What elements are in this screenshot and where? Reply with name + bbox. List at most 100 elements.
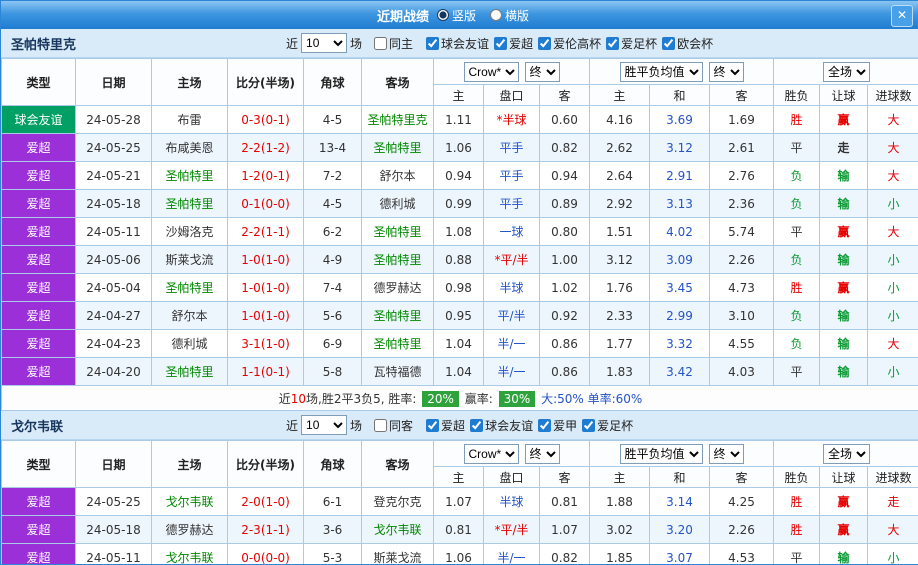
odds-final-select[interactable]: 终 [525,62,560,82]
match-row: 球会友谊24-05-28布雷0-3(0-1)4-5圣帕特里克1.11*半球0.6… [2,106,918,134]
europe-home: 1.88 [590,488,650,516]
home-team: 圣帕特里 [152,358,228,386]
away-team: 圣帕特里 [362,302,434,330]
europe-draw: 3.45 [650,274,710,302]
match-date: 24-04-27 [76,302,152,330]
away-team: 瓦特福德 [362,358,434,386]
handicap-line: 半球 [484,488,540,516]
europe-away: 1.69 [710,106,774,134]
odds-away: 0.82 [540,544,590,565]
league-badge: 爱超 [2,218,76,246]
europe-final-select[interactable]: 终 [709,62,744,82]
vertical-radio[interactable] [437,9,449,21]
competition-checkbox[interactable] [662,37,675,50]
europe-draw: 3.69 [650,106,710,134]
match-row: 爱超24-05-25布咸美恩2-2(1-2)13-4圣帕特里1.06平手0.82… [2,134,918,162]
odds-home: 0.88 [434,246,484,274]
horizontal-layout-option[interactable]: 横版 [490,7,529,24]
competition-checkbox[interactable] [582,419,595,432]
odds-final-select[interactable]: 终 [525,444,560,464]
corner-count: 4-5 [304,106,362,134]
europe-away: 2.76 [710,162,774,190]
horizontal-label: 横版 [505,7,529,24]
goals-result: 大 [868,218,918,246]
score: 0-1(0-0) [228,190,304,218]
match-result: 胜 [774,488,820,516]
europe-avg-select[interactable]: 胜平负均值 [620,444,703,464]
competition-filter-1[interactable]: 球会友谊 [470,417,533,434]
europe-draw: 2.91 [650,162,710,190]
odds-company-select[interactable]: Crow* [464,444,519,464]
column-subheader: 盘口 [484,85,540,106]
close-icon[interactable]: ✕ [891,5,913,27]
recent-count-select[interactable]: 10 [301,415,347,435]
column-header: 角球 [304,441,362,488]
away-team: 戈尔韦联 [362,516,434,544]
competition-filter-2[interactable]: 爱伦高杯 [538,35,601,52]
goals-result: 小 [868,544,918,565]
column-subheader: 进球数 [868,467,918,488]
europe-home: 1.83 [590,358,650,386]
competition-filter-1[interactable]: 爱超 [494,35,533,52]
vertical-layout-option[interactable]: 竖版 [437,7,476,24]
same-side-checkbox[interactable] [374,37,387,50]
odds-away: 0.94 [540,162,590,190]
league-badge: 爱超 [2,134,76,162]
competition-label: 爱足杯 [621,35,657,52]
odds-away: 0.82 [540,134,590,162]
europe-away: 4.25 [710,488,774,516]
competition-filter-4[interactable]: 欧会杯 [662,35,713,52]
odds-home: 1.08 [434,218,484,246]
fulltime-select[interactable]: 全场 [823,62,870,82]
odds-company-select[interactable]: Crow* [464,62,519,82]
match-date: 24-05-28 [76,106,152,134]
match-result: 负 [774,330,820,358]
summary-row: 近10场,胜2平3负5, 胜率: 20% 赢率: 30% 大:50% 单率:60… [2,386,918,411]
same-side-filter[interactable]: 同主 [374,35,413,52]
team-name: 戈尔韦联 [1,416,286,435]
match-row: 爱超24-05-25戈尔韦联2-0(1-0)6-1登克尔克1.07半球0.811… [2,488,918,516]
corner-count: 7-2 [304,162,362,190]
same-side-checkbox[interactable] [374,419,387,432]
competition-checkbox[interactable] [426,37,439,50]
europe-final-select[interactable]: 终 [709,444,744,464]
handicap-line: 平/半 [484,302,540,330]
handicap-line: 半/一 [484,358,540,386]
fulltime-select[interactable]: 全场 [823,444,870,464]
europe-home: 3.12 [590,246,650,274]
europe-odds-header: 胜平负均值终 [590,441,774,467]
recent-count-select[interactable]: 10 [301,33,347,53]
corner-count: 5-6 [304,302,362,330]
column-subheader: 客 [710,467,774,488]
competition-filter-2[interactable]: 爱甲 [538,417,577,434]
same-side-filter[interactable]: 同客 [374,417,413,434]
competition-filter-3[interactable]: 爱足杯 [606,35,657,52]
competition-checkbox[interactable] [606,37,619,50]
competition-checkbox[interactable] [538,419,551,432]
column-header: 客场 [362,59,434,106]
competition-checkbox[interactable] [494,37,507,50]
odds-company-header: Crow* 终 [434,441,590,467]
home-team: 德罗赫达 [152,516,228,544]
competition-filter-0[interactable]: 球会友谊 [426,35,489,52]
handicap-result: 赢 [820,516,868,544]
competition-checkbox[interactable] [538,37,551,50]
column-header: 主场 [152,441,228,488]
europe-home: 2.64 [590,162,650,190]
match-result: 平 [774,134,820,162]
competition-filter-0[interactable]: 爱超 [426,417,465,434]
horizontal-radio[interactable] [490,9,502,21]
column-subheader: 主 [590,467,650,488]
europe-home: 1.76 [590,274,650,302]
match-date: 24-05-06 [76,246,152,274]
handicap-result: 输 [820,190,868,218]
away-team: 斯莱戈流 [362,544,434,565]
europe-draw: 3.07 [650,544,710,565]
competition-checkbox[interactable] [426,419,439,432]
competition-filter-3[interactable]: 爱足杯 [582,417,633,434]
away-team: 圣帕特里 [362,330,434,358]
competition-checkbox[interactable] [470,419,483,432]
europe-home: 4.16 [590,106,650,134]
handicap-result: 走 [820,134,868,162]
europe-avg-select[interactable]: 胜平负均值 [620,62,703,82]
